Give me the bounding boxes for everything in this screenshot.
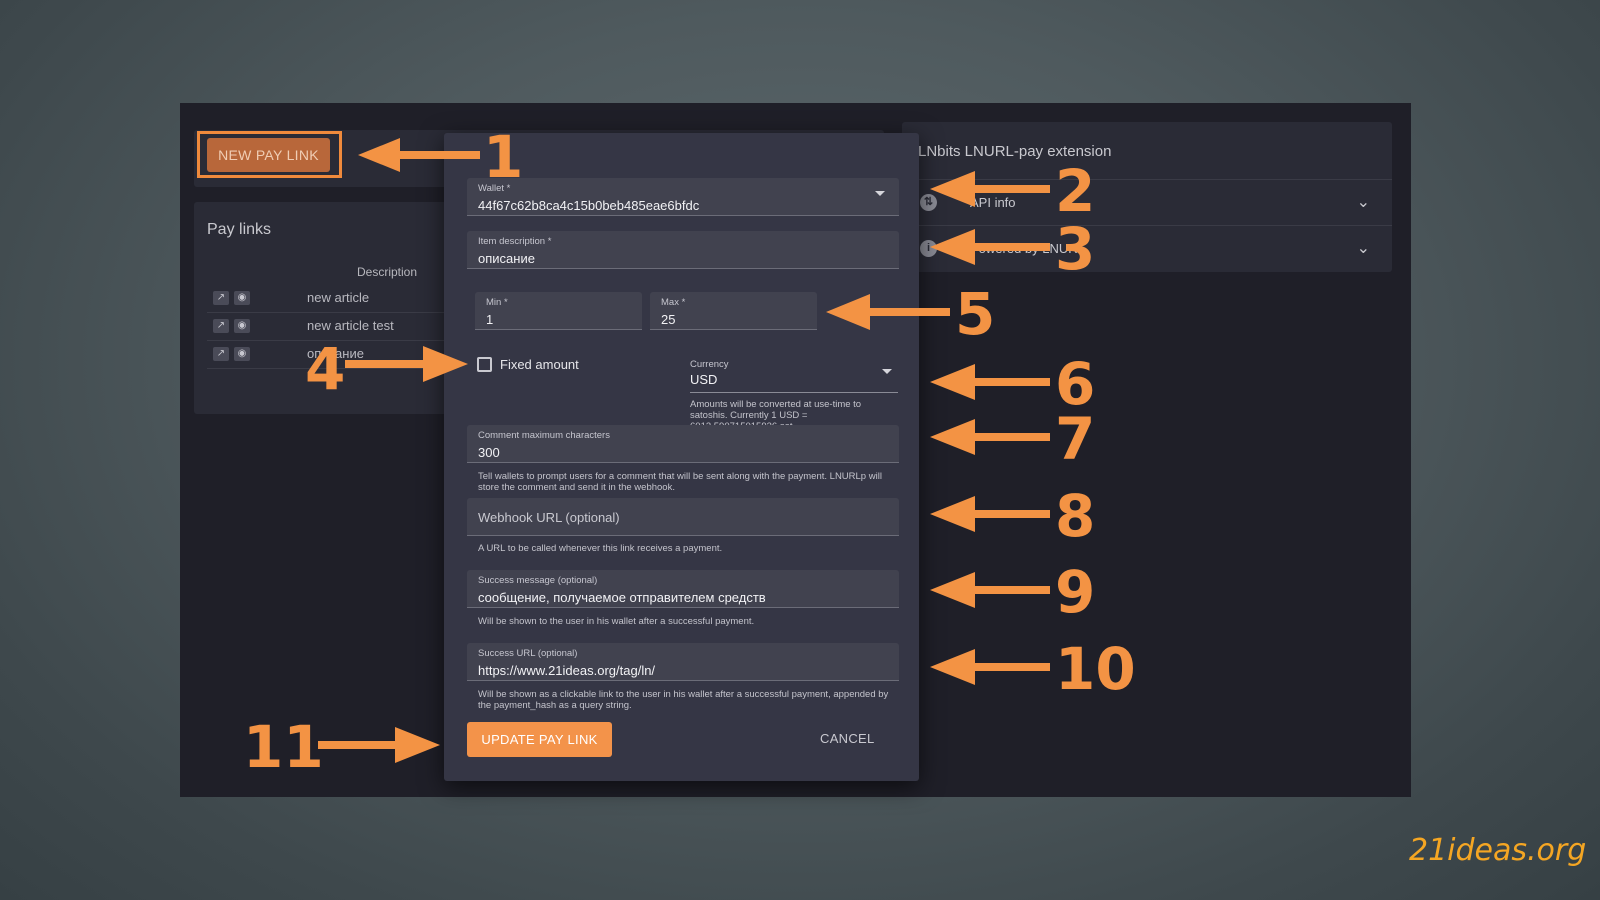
annotation-number: 7 — [1055, 405, 1096, 473]
annotation-number: 1 — [483, 123, 524, 191]
annotation-number: 3 — [1055, 215, 1096, 283]
annotation-number: 8 — [1055, 482, 1096, 550]
annotation-number: 4 — [305, 335, 346, 403]
annotation-arrows — [318, 138, 1050, 763]
annotation-number: 5 — [955, 280, 996, 348]
annotation-number: 11 — [243, 713, 324, 781]
annotation-number: 10 — [1055, 635, 1136, 703]
brand-logo-text: 21ideas.org — [1409, 833, 1587, 868]
annotation-number: 9 — [1055, 558, 1096, 626]
annotation-number: 2 — [1055, 157, 1096, 225]
